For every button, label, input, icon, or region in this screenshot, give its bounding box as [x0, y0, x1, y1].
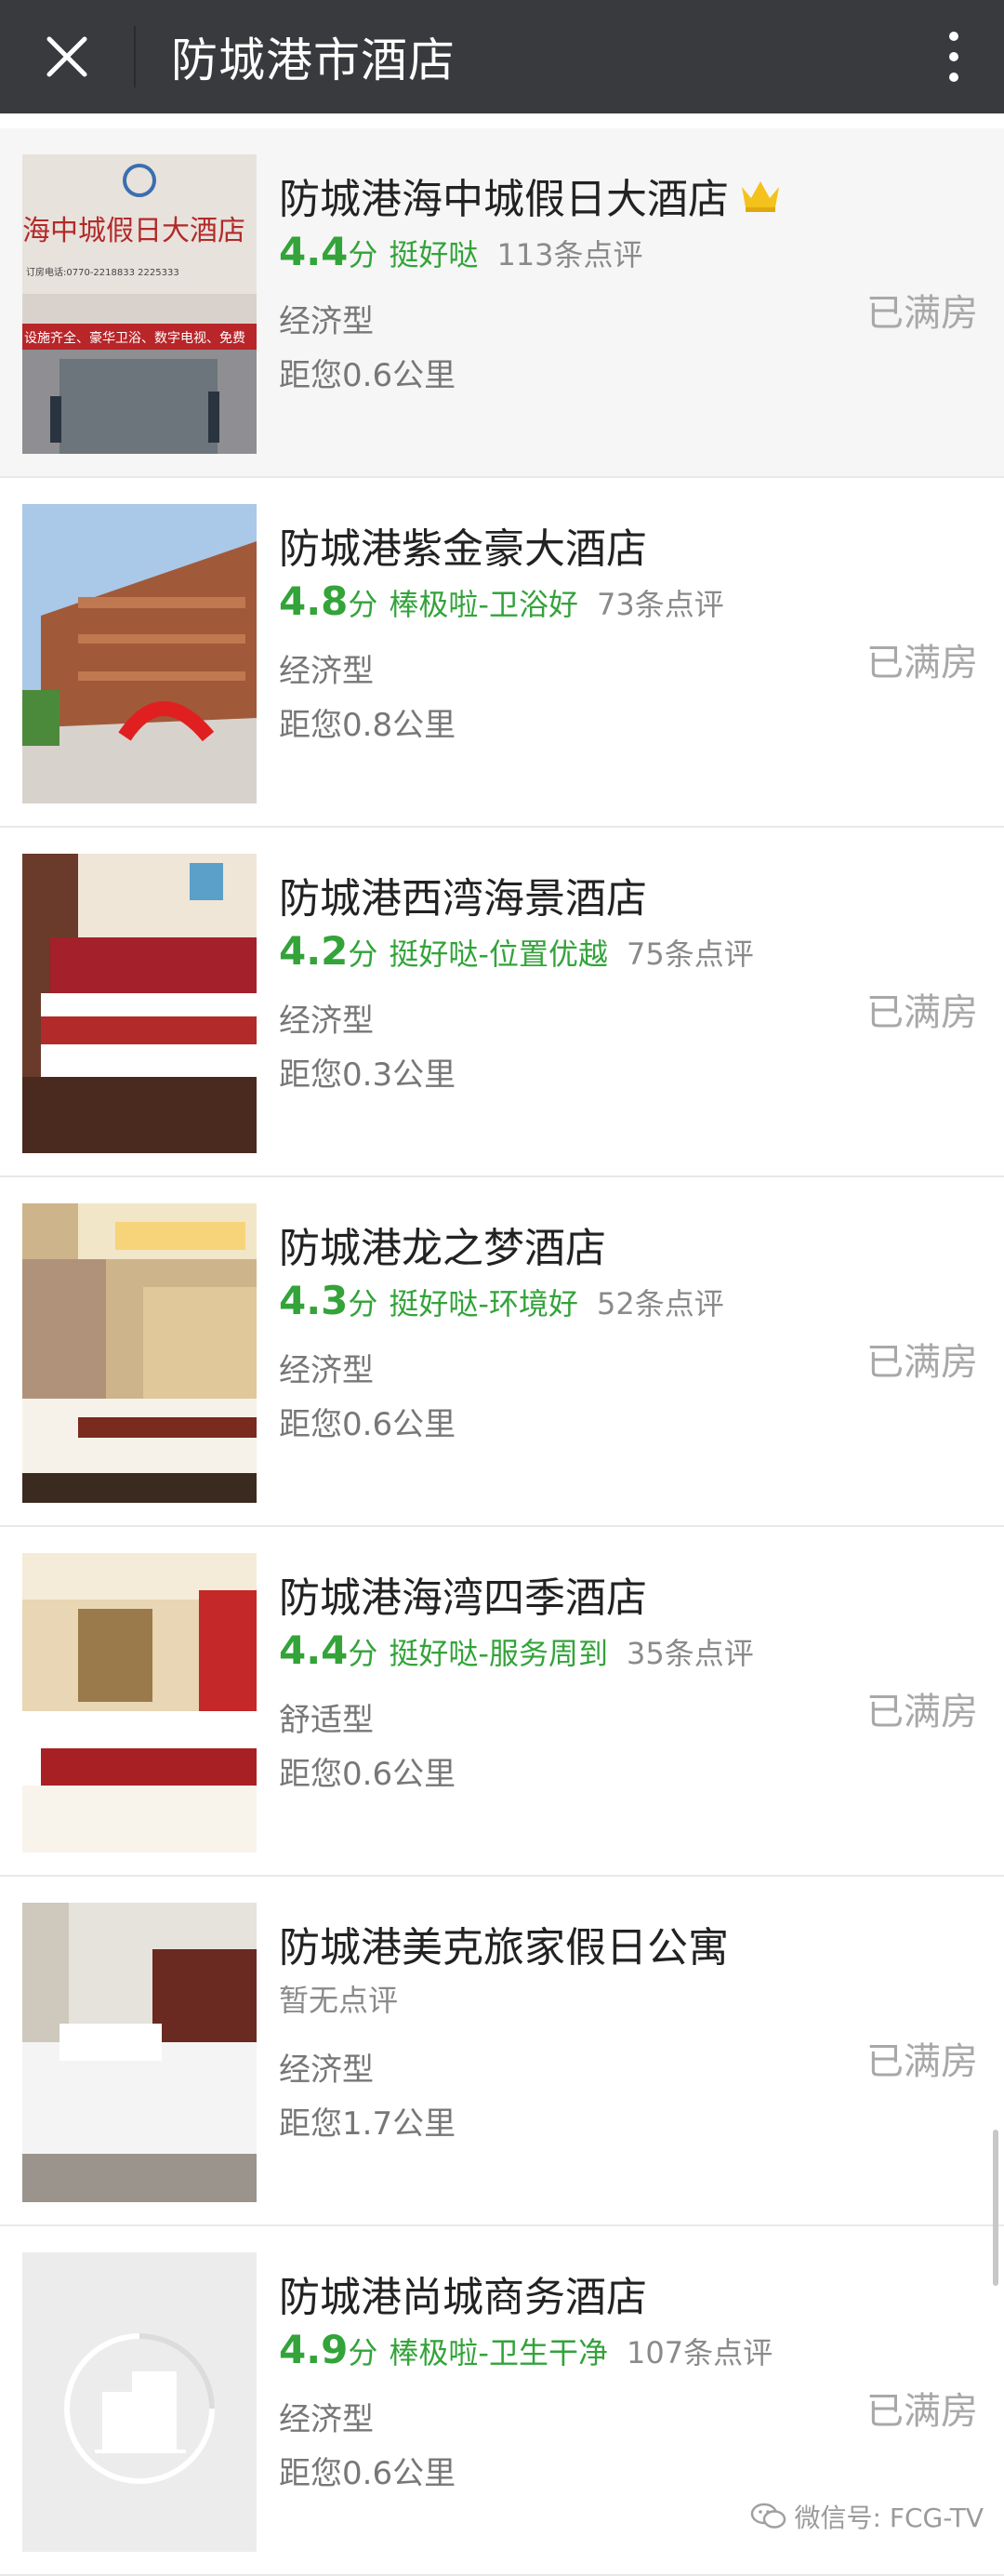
full-status: 已满房: [866, 991, 978, 1034]
page-title: 防城港市酒店: [171, 33, 456, 87]
review-count: 113条点评: [496, 237, 643, 272]
hotel-list-item[interactable]: 防城港紫金豪大酒店 4.8 分 棒极啦-卫浴好 73条点评 经济型 距您0.8公…: [0, 478, 1004, 828]
rating-line: 4.4 分 挺好哒 113条点评: [279, 229, 643, 274]
hotel-type: 舒适型: [279, 1702, 374, 1739]
full-status: 已满房: [866, 642, 978, 684]
topbar-divider: [134, 26, 136, 87]
score-unit: 分: [348, 2335, 378, 2370]
full-status: 已满房: [866, 1691, 978, 1733]
review-count: 75条点评: [626, 936, 754, 972]
hotel-photo-placeholder: [22, 2252, 257, 2552]
scrollbar[interactable]: [993, 2130, 998, 2286]
hotel-type: 经济型: [279, 1003, 374, 1040]
hotel-photo: [22, 1553, 257, 1852]
rating-tag: 棒极啦-卫生干净: [389, 2335, 608, 2370]
rating-tag: 挺好哒-服务周到: [389, 1636, 608, 1671]
hotel-distance: 距您0.8公里: [279, 707, 456, 744]
hotel-type: 经济型: [279, 653, 374, 690]
sign-text: 海中城假日大酒店: [22, 215, 245, 247]
hotel-name[interactable]: 防城港西湾海景酒店: [279, 865, 647, 924]
score-value: 4.8: [279, 578, 349, 624]
review-count: 107条点评: [626, 2335, 773, 2370]
hotel-name[interactable]: 防城港尚城商务酒店: [279, 2264, 647, 2323]
hotel-type: 经济型: [279, 2401, 374, 2438]
full-status: 已满房: [866, 1341, 978, 1384]
hotel-name[interactable]: 防城港美克旅家假日公寓: [279, 1914, 729, 1973]
sign-phone: 订房电话:0770-2218833 2225333: [26, 266, 179, 278]
rating-line: 暂无点评: [279, 1977, 398, 2020]
rating-tag: 棒极啦-卫浴好: [389, 587, 578, 622]
score-unit: 分: [348, 1636, 378, 1671]
hotel-photo: [22, 504, 257, 803]
hotel-photo: [22, 1903, 257, 2202]
hotel-list-item[interactable]: 防城港西湾海景酒店 4.2 分 挺好哒-位置优越 75条点评 经济型 距您0.3…: [0, 828, 1004, 1177]
hotel-list: 海中城假日大酒店 订房电话:0770-2218833 2225333 设施齐全、…: [0, 128, 1004, 2576]
sign-banner: 设施齐全、豪华卫浴、数字电视、免费: [24, 330, 245, 346]
close-button[interactable]: [0, 0, 134, 113]
score-value: 4.4: [279, 229, 349, 274]
rating-line: 4.8 分 棒极啦-卫浴好 73条点评: [279, 578, 724, 624]
hotel-name[interactable]: 防城港紫金豪大酒店: [279, 515, 647, 575]
review-count: 73条点评: [596, 587, 724, 622]
full-status: 已满房: [866, 292, 978, 335]
review-count: 52条点评: [596, 1286, 724, 1321]
hotel-name[interactable]: 防城港龙之梦酒店: [279, 1215, 606, 1274]
score-unit: 分: [348, 936, 378, 972]
score-unit: 分: [348, 587, 378, 622]
score-value: 4.9: [279, 2327, 349, 2372]
hotel-name[interactable]: 防城港海中城假日大酒店: [279, 166, 783, 225]
score-value: 4.2: [279, 928, 349, 974]
hotel-type: 经济型: [279, 2052, 374, 2089]
full-status: 已满房: [866, 2390, 978, 2433]
watermark-text: 微信号: FCG-TV: [794, 2503, 984, 2533]
rating-tag: 挺好哒-位置优越: [389, 936, 608, 972]
hotel-list-item[interactable]: 海中城假日大酒店 订房电话:0770-2218833 2225333 设施齐全、…: [0, 128, 1004, 478]
crown-icon: [742, 181, 779, 212]
wechat-icon: [750, 2503, 786, 2529]
hotel-distance: 距您0.6公里: [279, 2455, 456, 2492]
review-count: 35条点评: [626, 1636, 754, 1671]
hotel-name-text[interactable]: 防城港海中城假日大酒店: [279, 166, 729, 225]
hotel-list-item[interactable]: 防城港美克旅家假日公寓 暂无点评 经济型 距您1.7公里 已满房: [0, 1877, 1004, 2226]
hotel-distance: 距您0.6公里: [279, 1756, 456, 1793]
rating-line: 4.9 分 棒极啦-卫生干净 107条点评: [279, 2327, 773, 2372]
more-vertical-icon: [949, 32, 958, 82]
rating-line: 4.4 分 挺好哒-服务周到 35条点评: [279, 1627, 754, 1673]
close-icon: [46, 36, 87, 77]
full-status: 已满房: [866, 2040, 978, 2083]
hotel-photo: 海中城假日大酒店 订房电话:0770-2218833 2225333 设施齐全、…: [22, 154, 257, 454]
no-review-text: 暂无点评: [279, 1983, 399, 2018]
top-bar: 防城港市酒店: [0, 0, 1004, 113]
score-unit: 分: [348, 237, 378, 272]
rating-line: 4.3 分 挺好哒-环境好 52条点评: [279, 1278, 724, 1323]
hotel-list-item[interactable]: 防城港海湾四季酒店 4.4 分 挺好哒-服务周到 35条点评 舒适型 距您0.6…: [0, 1527, 1004, 1877]
more-button[interactable]: [935, 0, 972, 113]
hotel-distance: 距您0.6公里: [279, 1406, 456, 1443]
hotel-photo: [22, 1203, 257, 1503]
hotel-photo: [22, 854, 257, 1153]
hotel-distance: 距您0.6公里: [279, 357, 456, 394]
rating-tag: 挺好哒-环境好: [389, 1286, 578, 1321]
hotel-name[interactable]: 防城港海湾四季酒店: [279, 1564, 647, 1624]
wechat-watermark: 微信号: FCG-TV: [750, 2498, 984, 2535]
score-value: 4.4: [279, 1627, 349, 1673]
hotel-distance: 距您1.7公里: [279, 2105, 456, 2143]
score-unit: 分: [348, 1286, 378, 1321]
rating-line: 4.2 分 挺好哒-位置优越 75条点评: [279, 928, 754, 974]
hotel-type: 经济型: [279, 303, 374, 340]
rating-tag: 挺好哒: [389, 237, 479, 272]
hotel-type: 经济型: [279, 1352, 374, 1389]
hotel-list-item[interactable]: 防城港龙之梦酒店 4.3 分 挺好哒-环境好 52条点评 经济型 距您0.6公里…: [0, 1177, 1004, 1527]
score-value: 4.3: [279, 1278, 349, 1323]
hotel-distance: 距您0.3公里: [279, 1056, 456, 1094]
